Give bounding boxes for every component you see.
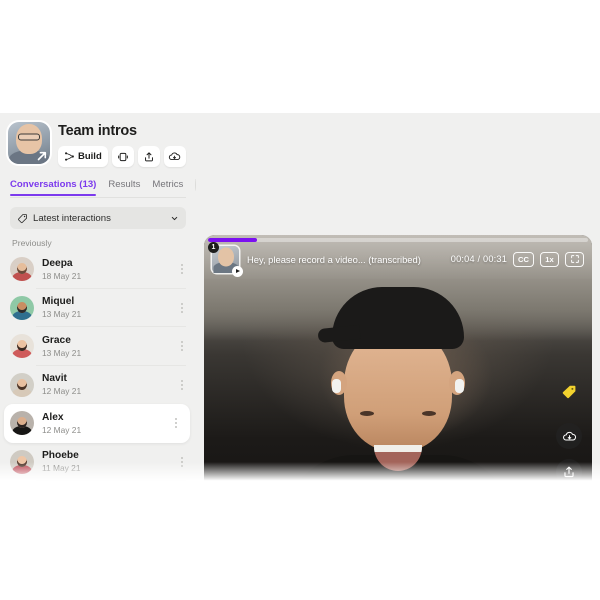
list-item-date: 18 May 21	[42, 270, 82, 281]
thumbnail-step-badge: 1	[208, 241, 219, 253]
avatar	[10, 411, 34, 436]
share-upload-icon	[564, 466, 574, 478]
arrow-up-right-icon	[37, 151, 47, 161]
video-subject	[283, 287, 513, 488]
tab-conversations[interactable]: Conversations (13)	[10, 179, 97, 196]
workspace-avatar[interactable]	[8, 122, 50, 164]
list-item[interactable]: Phoebe 11 May 21	[0, 443, 196, 481]
build-button[interactable]: Build	[58, 146, 108, 167]
share-video-button[interactable]	[556, 459, 582, 485]
fullscreen-icon	[570, 255, 579, 263]
tab-metrics[interactable]: Metrics	[152, 179, 183, 195]
subject-earbud-right	[455, 379, 464, 393]
list-item-date: 11 May 21	[42, 463, 81, 474]
list-item-meta: Deepa 18 May 21	[42, 258, 81, 281]
list-item[interactable]: Grace 13 May 21	[0, 327, 196, 366]
connect-button[interactable]	[163, 146, 186, 167]
avatar	[10, 449, 34, 474]
share-button[interactable]	[137, 146, 160, 167]
video-progress-fill	[208, 238, 258, 242]
previously-label: Previously	[12, 238, 52, 248]
latest-interactions-filter[interactable]: Latest interactions	[10, 207, 186, 229]
more-options-icon[interactable]	[176, 456, 188, 467]
list-item-name: Deepa	[42, 257, 73, 269]
subject-eye-right	[360, 411, 374, 416]
video-side-actions	[556, 383, 582, 488]
subject-eye-left	[422, 411, 436, 416]
list-item-name: Grace	[42, 334, 71, 346]
list-item[interactable]: Mauricio 11 May 21	[0, 481, 196, 488]
typeform-videoask-app: Team intros Build Conversations (13) Res…	[0, 113, 600, 488]
more-options-icon[interactable]	[176, 379, 188, 390]
share-upload-icon	[144, 151, 153, 161]
list-item-date: 13 May 21	[42, 347, 82, 358]
list-item-meta: Alex 12 May 21	[42, 412, 81, 435]
build-button-label: Build	[78, 151, 102, 162]
device-preview-icon	[117, 152, 128, 161]
list-item-meta: Phoebe 11 May 21	[42, 450, 80, 473]
list-item-name: Alex	[42, 411, 64, 423]
filter-label: Latest interactions	[33, 212, 111, 224]
subject-earbud-left	[332, 379, 341, 393]
list-item-name: Phoebe	[42, 450, 79, 462]
list-item-date: 12 May 21	[42, 424, 82, 435]
video-controls: 00:04 / 00:31 CC 1x	[450, 251, 584, 267]
flow-branch-icon	[65, 152, 74, 161]
cloud-download-icon	[562, 431, 576, 440]
cloud-connect-icon	[169, 152, 181, 161]
tab-results[interactable]: Results	[108, 179, 140, 195]
list-item-name: Navit	[42, 373, 67, 385]
message-thumbnail[interactable]: 1	[208, 241, 243, 277]
list-item-name: Miquel	[42, 296, 75, 308]
more-options-icon[interactable]	[176, 302, 188, 313]
avatar	[10, 334, 34, 359]
tab-bar: Conversations (13) Results Metrics	[10, 177, 196, 198]
list-item-date: 12 May 21	[42, 386, 82, 397]
toolbar: Build	[58, 146, 186, 167]
download-button[interactable]	[556, 423, 582, 449]
list-item[interactable]: Navit 12 May 21	[0, 366, 196, 405]
cc-button[interactable]: CC	[513, 251, 534, 267]
list-item-selected[interactable]: Alex 12 May 21	[4, 404, 190, 443]
more-options-icon[interactable]	[176, 264, 188, 275]
chevron-down-icon	[171, 216, 178, 220]
sidebar-header-right: Team intros Build	[58, 122, 186, 167]
playback-speed-button[interactable]: 1x	[540, 251, 559, 267]
subject-cap	[332, 287, 464, 349]
tag-icon	[18, 213, 27, 223]
conversation-list: Deepa 18 May 21 Miquel 13 May 21 Grace 1…	[0, 250, 196, 488]
avatar	[10, 257, 34, 282]
video-progress-bar[interactable]	[208, 238, 588, 242]
sidebar: Team intros Build Conversations (13) Res…	[0, 113, 196, 488]
list-item-meta: Navit 12 May 21	[42, 373, 81, 396]
list-item[interactable]: Deepa 18 May 21	[0, 250, 196, 289]
video-player[interactable]: 1 Hey, please record a video... (transcr…	[204, 235, 592, 488]
more-options-icon[interactable]	[170, 418, 182, 429]
play-icon[interactable]	[232, 265, 243, 277]
list-item-date: 13 May 21	[42, 309, 82, 320]
more-options-icon[interactable]	[176, 341, 188, 352]
page-title: Team intros	[58, 123, 137, 139]
yellow-tag-icon[interactable]	[560, 383, 578, 401]
sidebar-header: Team intros Build	[0, 113, 196, 167]
list-item[interactable]: Miquel 13 May 21	[0, 289, 196, 327]
video-caption: Hey, please record a video... (transcrib…	[247, 253, 421, 265]
avatar	[10, 372, 34, 397]
list-item-meta: Miquel 13 May 21	[42, 296, 81, 319]
preview-button[interactable]	[111, 146, 134, 167]
avatar	[10, 295, 34, 320]
loading-spinner-icon	[195, 178, 196, 191]
list-item-meta: Grace 13 May 21	[42, 335, 81, 358]
fullscreen-button[interactable]	[565, 251, 584, 267]
video-timecode: 00:04 / 00:31	[450, 254, 508, 264]
avatar-glasses	[18, 133, 40, 141]
